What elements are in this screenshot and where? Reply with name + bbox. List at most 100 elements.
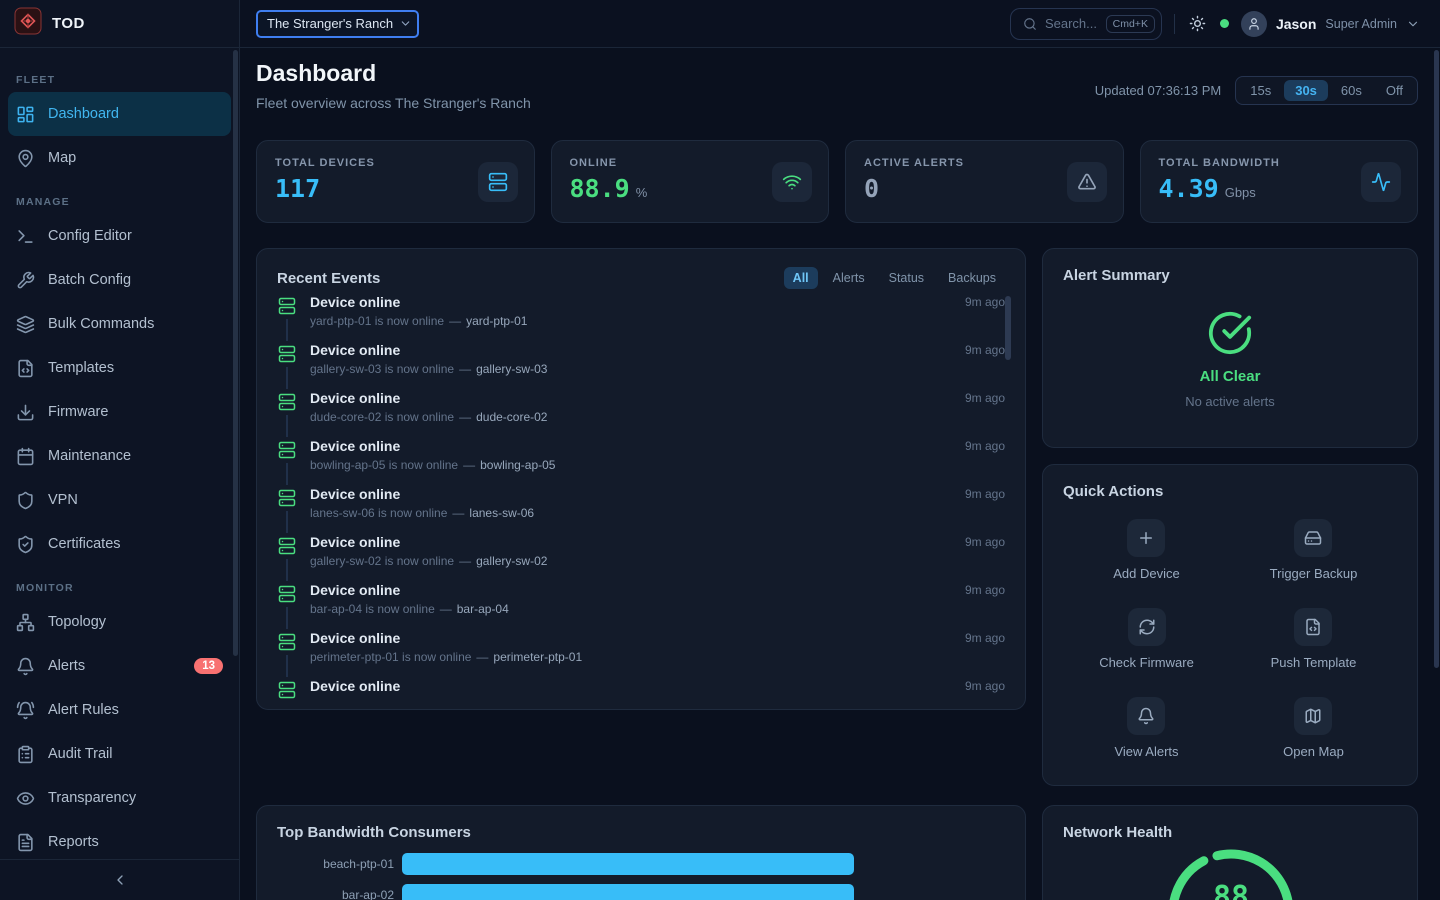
sidebar-item-label: Alert Rules <box>48 702 119 718</box>
alert-summary-panel: Alert Summary All Clear No active alerts <box>1042 248 1418 448</box>
sidebar-item-icon <box>16 105 35 124</box>
page-scrollbar-thumb[interactable] <box>1434 50 1439 668</box>
panel-title: Alert Summary <box>1063 267 1397 284</box>
bandwidth-bar-row: beach-ptp-01 <box>277 853 1005 875</box>
event-device-name: gallery-sw-02 <box>476 554 547 568</box>
search-input[interactable]: Search... Cmd+K <box>1010 8 1162 40</box>
refresh-interval-option[interactable]: Off <box>1375 80 1414 101</box>
sidebar-item[interactable]: VPN <box>0 478 239 522</box>
quick-action-button[interactable]: Add Device <box>1107 518 1185 582</box>
chevron-down-icon <box>399 17 412 30</box>
events-filter-tab[interactable]: Backups <box>939 267 1005 289</box>
event-time: 9m ago <box>965 295 1005 309</box>
stat-unit: % <box>636 185 648 200</box>
sidebar-item-icon <box>16 403 35 422</box>
stat-icon-box <box>478 162 518 202</box>
sidebar-item[interactable]: Topology <box>0 600 239 644</box>
event-title: Device online <box>310 341 400 360</box>
event-separator: — <box>452 506 464 520</box>
sidebar-item-label: Topology <box>48 614 106 630</box>
event-title: Device online <box>310 437 400 456</box>
alert-count-badge: 13 <box>194 658 223 674</box>
stat-card: ONLINE 88.9 % <box>551 140 830 223</box>
quick-action-label: Push Template <box>1271 655 1357 670</box>
event-device-name: bowling-ap-05 <box>480 458 555 472</box>
bandwidth-bar-row: bar-ap-02 <box>277 884 1005 900</box>
server-icon <box>277 341 297 367</box>
sidebar-item[interactable]: Maintenance <box>0 434 239 478</box>
sidebar-item[interactable]: Batch Config <box>0 258 239 302</box>
event-detail: gallery-sw-02 is now online—gallery-sw-0… <box>310 554 1005 568</box>
sidebar-item-icon <box>16 149 35 168</box>
theme-toggle-button[interactable] <box>1187 13 1208 34</box>
event-time: 9m ago <box>965 439 1005 453</box>
quick-action-button[interactable]: View Alerts <box>1108 696 1184 760</box>
sidebar-section-label: FLEET <box>16 74 223 86</box>
sidebar-item[interactable]: Certificates <box>0 522 239 566</box>
events-filter-tab[interactable]: Alerts <box>824 267 874 289</box>
event-body: Device online 9m ago perimeter-ptp-01 is… <box>310 629 1005 677</box>
app-name: TOD <box>52 15 85 32</box>
sidebar-section: FLEET Dashboard Map <box>0 74 239 180</box>
event-device-name: dude-core-02 <box>476 410 547 424</box>
event-time: 9m ago <box>965 391 1005 405</box>
stat-card: TOTAL DEVICES 117 <box>256 140 535 223</box>
event-title-row: Device online 9m ago <box>310 629 1005 648</box>
server-icon <box>277 293 297 319</box>
quick-action-label: Open Map <box>1283 744 1344 759</box>
chevron-left-icon <box>112 872 128 888</box>
sidebar-item-label: Transparency <box>48 790 136 806</box>
event-title: Device online <box>310 293 400 312</box>
sidebar-section-label: MANAGE <box>16 196 223 208</box>
topbar-divider <box>1174 14 1175 34</box>
sidebar-item[interactable]: Audit Trail <box>0 732 239 776</box>
events-filter-tab[interactable]: Status <box>880 267 933 289</box>
site-selector[interactable]: The Stranger's Ranch <box>256 10 419 38</box>
event-row: Device online 9m ago perimeter-ptp-01 is… <box>277 629 1005 677</box>
event-title-row: Device online 9m ago <box>310 533 1005 552</box>
quick-action-button[interactable]: Open Map <box>1277 696 1350 760</box>
events-list: Device online 9m ago yard-ptp-01 is now … <box>277 293 1005 699</box>
stat-value: 88.9 <box>570 176 630 201</box>
event-separator: — <box>476 650 488 664</box>
server-icon <box>277 533 297 559</box>
event-detail: yard-ptp-01 is now online—yard-ptp-01 <box>310 314 1005 328</box>
refresh-interval-option[interactable]: 30s <box>1284 80 1328 101</box>
sidebar-item[interactable]: Transparency <box>0 776 239 820</box>
sidebar-item[interactable]: Bulk Commands <box>0 302 239 346</box>
sidebar-item-icon <box>16 613 35 632</box>
sidebar-item[interactable]: Map <box>0 136 239 180</box>
event-title: Device online <box>310 677 400 696</box>
chevron-down-icon <box>1406 17 1420 31</box>
stat-value: 117 <box>275 176 320 201</box>
quick-action-button[interactable]: Push Template <box>1265 607 1363 671</box>
sidebar-item[interactable]: Firmware <box>0 390 239 434</box>
sidebar-item-icon <box>16 745 35 764</box>
events-filter-tab[interactable]: All <box>784 267 818 289</box>
quick-action-icon-box <box>1127 697 1165 735</box>
quick-action-button[interactable]: Trigger Backup <box>1264 518 1364 582</box>
sidebar-item[interactable]: Alerts 13 <box>0 644 239 688</box>
sidebar-item[interactable]: Alert Rules <box>0 688 239 732</box>
sidebar-section: MONITOR Topology Alerts <box>0 582 239 860</box>
quick-action-button[interactable]: Check Firmware <box>1093 607 1200 671</box>
quick-action-icon <box>1304 618 1322 636</box>
sidebar-item[interactable]: Config Editor <box>0 214 239 258</box>
user-menu[interactable]: Jason Super Admin <box>1241 11 1420 37</box>
bandwidth-bar <box>402 853 854 875</box>
sidebar-item[interactable]: Dashboard <box>8 92 231 136</box>
event-device-name: yard-ptp-01 <box>466 314 527 328</box>
refresh-interval-option[interactable]: 15s <box>1239 80 1282 101</box>
event-row: Device online 9m ago gallery-sw-02 is no… <box>277 533 1005 581</box>
sidebar-item[interactable]: Reports <box>0 820 239 860</box>
stat-icon <box>1077 172 1097 192</box>
sidebar-item[interactable]: Templates <box>0 346 239 390</box>
stat-unit: Gbps <box>1225 185 1256 200</box>
event-row: Device online 9m ago bowling-ap-05 is no… <box>277 437 1005 485</box>
refresh-interval-option[interactable]: 60s <box>1330 80 1373 101</box>
recent-events-panel: Recent Events All Alerts Status Backups <box>256 248 1026 710</box>
events-scrollbar-thumb[interactable] <box>1005 296 1011 360</box>
sidebar-scrollbar-thumb[interactable] <box>233 50 238 656</box>
sidebar-collapse-button[interactable] <box>0 859 239 900</box>
server-icon <box>277 677 297 699</box>
